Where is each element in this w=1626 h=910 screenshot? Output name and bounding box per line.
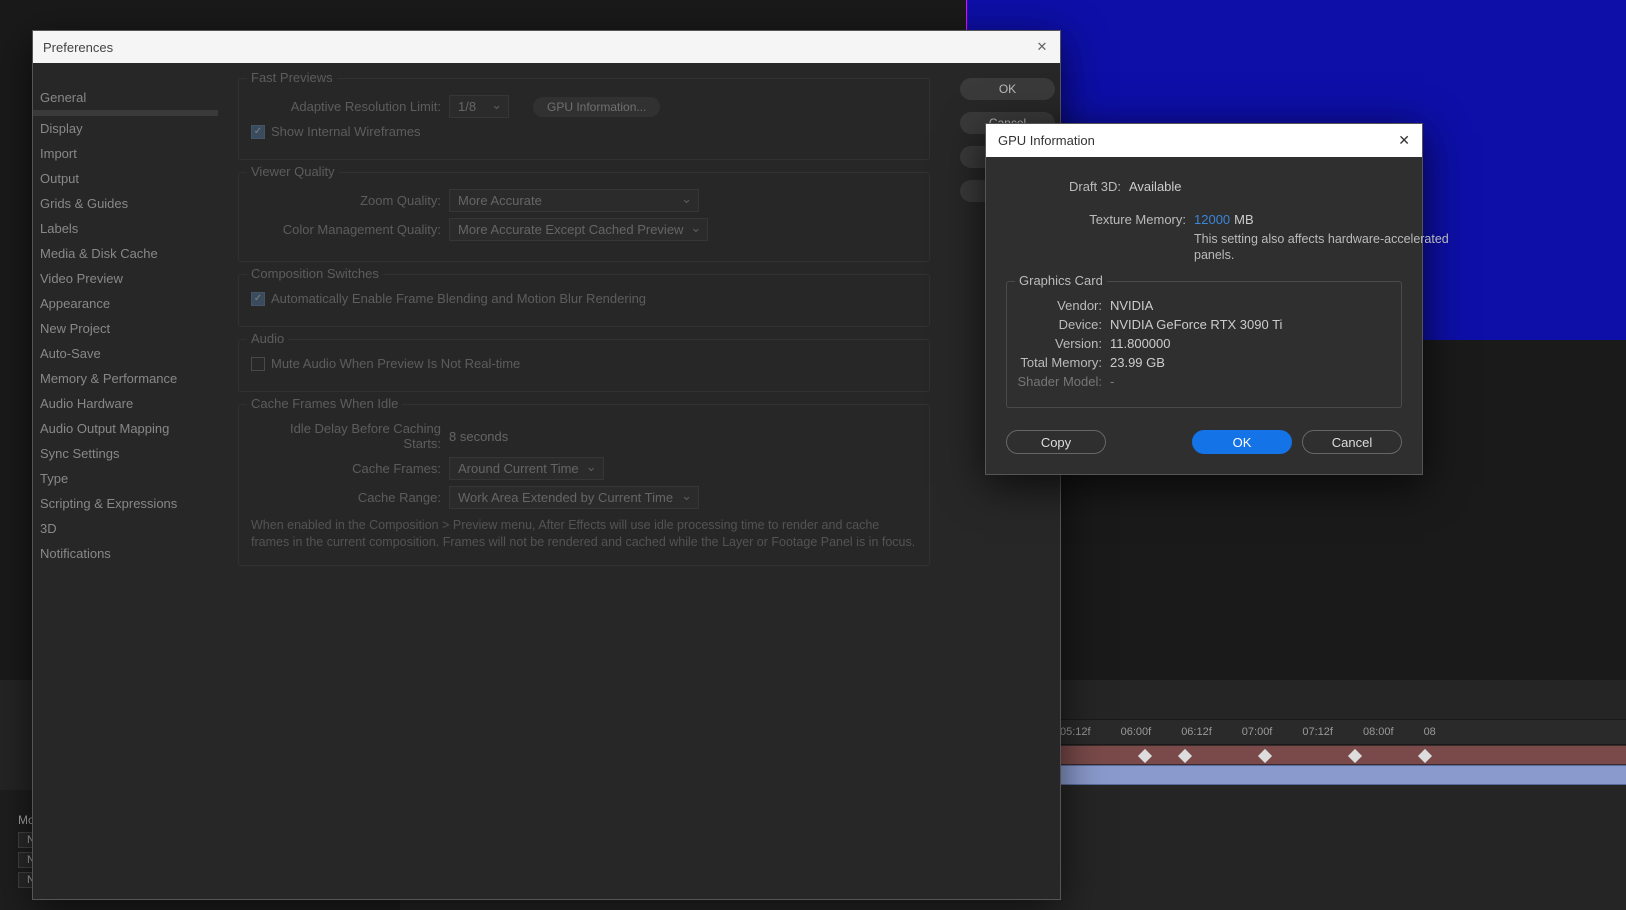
gpu-dialog-titlebar[interactable]: GPU Information ✕ [986, 124, 1422, 157]
draft-3d-value: Available [1129, 179, 1182, 194]
cache-help-text: When enabled in the Composition > Previe… [251, 517, 917, 551]
mute-audio-checkbox[interactable] [251, 357, 265, 371]
sidebar-item-display[interactable]: Display [33, 116, 218, 141]
device-value: NVIDIA GeForce RTX 3090 Ti [1110, 317, 1282, 332]
shader-model-label: Shader Model: [1017, 374, 1102, 389]
ok-button[interactable]: OK [960, 78, 1055, 100]
total-memory-label: Total Memory: [1017, 355, 1102, 370]
version-label: Version: [1017, 336, 1102, 351]
draft-3d-label: Draft 3D: [1006, 179, 1121, 194]
section-title: Cache Frames When Idle [247, 396, 402, 411]
keyframe-icon[interactable] [1348, 749, 1362, 763]
auto-frame-blend-checkbox[interactable] [251, 292, 265, 306]
copy-button[interactable]: Copy [1006, 430, 1106, 454]
sidebar-item-labels[interactable]: Labels [33, 216, 218, 241]
show-wireframes-checkbox[interactable] [251, 125, 265, 139]
cache-range-label: Cache Range: [251, 490, 441, 505]
ok-button[interactable]: OK [1192, 430, 1292, 454]
keyframe-icon[interactable] [1178, 749, 1192, 763]
adaptive-resolution-select[interactable]: 1/8 [449, 95, 509, 118]
timeline-track[interactable] [1060, 765, 1626, 785]
cache-range-select[interactable]: Work Area Extended by Current Time [449, 486, 699, 509]
preferences-content: Fast Previews Adaptive Resolution Limit:… [218, 63, 950, 899]
vendor-label: Vendor: [1017, 298, 1102, 313]
gpu-information-button[interactable]: GPU Information... [533, 97, 660, 117]
timeline-tick: 06:00f [1121, 726, 1152, 738]
texture-memory-value[interactable]: 12000 [1194, 212, 1230, 227]
preferences-category-list: General Display Import Output Grids & Gu… [33, 63, 218, 899]
texture-memory-note: This setting also affects hardware-accel… [1194, 231, 1454, 263]
audio-section: Audio Mute Audio When Preview Is Not Rea… [238, 339, 930, 392]
sidebar-item-scripting[interactable]: Scripting & Expressions [33, 491, 218, 516]
version-value: 11.800000 [1110, 336, 1171, 351]
timeline-tracks[interactable] [1060, 745, 1626, 795]
preferences-titlebar[interactable]: Preferences ✕ [33, 31, 1060, 63]
sidebar-item-grids[interactable]: Grids & Guides [33, 191, 218, 216]
timeline-ruler[interactable]: 05:12f 06:00f 06:12f 07:00f 07:12f 08:00… [1060, 719, 1626, 745]
total-memory-value: 23.99 GB [1110, 355, 1165, 370]
idle-delay-value[interactable]: 8 seconds [449, 429, 508, 444]
auto-frame-blend-label: Automatically Enable Frame Blending and … [271, 291, 646, 306]
shader-model-value: - [1110, 374, 1114, 389]
adaptive-resolution-label: Adaptive Resolution Limit: [251, 99, 441, 114]
color-mgmt-label: Color Management Quality: [251, 222, 441, 237]
timeline-tick: 07:00f [1242, 726, 1273, 738]
sidebar-item-type[interactable]: Type [33, 466, 218, 491]
sidebar-item-sync[interactable]: Sync Settings [33, 441, 218, 466]
keyframe-icon[interactable] [1258, 749, 1272, 763]
graphics-card-group: Graphics Card Vendor:NVIDIA Device:NVIDI… [1006, 281, 1402, 408]
section-title: Graphics Card [1015, 273, 1107, 288]
sidebar-item-auto-save[interactable]: Auto-Save [33, 341, 218, 366]
sidebar-item-video-preview[interactable]: Video Preview [33, 266, 218, 291]
section-title: Audio [247, 331, 288, 346]
viewer-quality-section: Viewer Quality Zoom Quality: More Accura… [238, 172, 930, 262]
zoom-quality-label: Zoom Quality: [251, 193, 441, 208]
sidebar-item-notifications[interactable]: Notifications [33, 541, 218, 566]
sidebar-item-output[interactable]: Output [33, 166, 218, 191]
section-title: Fast Previews [247, 70, 337, 85]
keyframe-icon[interactable] [1418, 749, 1432, 763]
sidebar-item-import[interactable]: Import [33, 141, 218, 166]
cache-frames-select[interactable]: Around Current Time [449, 457, 604, 480]
device-label: Device: [1017, 317, 1102, 332]
preferences-dialog: Preferences ✕ General Display Import Out… [32, 30, 1061, 900]
sidebar-item-new-project[interactable]: New Project [33, 316, 218, 341]
sidebar-item-media-cache[interactable]: Media & Disk Cache [33, 241, 218, 266]
sidebar-item-general[interactable]: General [33, 85, 218, 110]
timeline-tick: 07:12f [1302, 726, 1333, 738]
sidebar-item-memory[interactable]: Memory & Performance [33, 366, 218, 391]
timeline-track[interactable] [1060, 745, 1626, 765]
timeline-tick: 08:00f [1363, 726, 1394, 738]
mute-audio-label: Mute Audio When Preview Is Not Real-time [271, 356, 520, 371]
texture-memory-label: Texture Memory: [1006, 212, 1186, 227]
sidebar-item-audio-output[interactable]: Audio Output Mapping [33, 416, 218, 441]
cache-frames-label: Cache Frames: [251, 461, 441, 476]
sidebar-item-appearance[interactable]: Appearance [33, 291, 218, 316]
close-icon[interactable]: ✕ [1398, 132, 1410, 149]
cancel-button[interactable]: Cancel [1302, 430, 1402, 454]
dialog-title: GPU Information [998, 133, 1095, 148]
gpu-information-dialog: GPU Information ✕ Draft 3D: Available Te… [985, 123, 1423, 475]
dialog-title: Preferences [43, 40, 113, 55]
keyframe-icon[interactable] [1138, 749, 1152, 763]
show-wireframes-label: Show Internal Wireframes [271, 124, 421, 139]
close-icon[interactable]: ✕ [1034, 39, 1050, 55]
timeline-tick: 08 [1424, 726, 1436, 738]
idle-delay-label: Idle Delay Before Caching Starts: [251, 421, 441, 451]
section-title: Viewer Quality [247, 164, 339, 179]
timeline-tick: 05:12f [1060, 726, 1091, 738]
fast-previews-section: Fast Previews Adaptive Resolution Limit:… [238, 78, 930, 160]
zoom-quality-select[interactable]: More Accurate [449, 189, 699, 212]
cache-frames-section: Cache Frames When Idle Idle Delay Before… [238, 404, 930, 566]
texture-memory-unit: MB [1234, 212, 1254, 227]
timeline-tick: 06:12f [1181, 726, 1212, 738]
vendor-value: NVIDIA [1110, 298, 1153, 313]
color-mgmt-select[interactable]: More Accurate Except Cached Preview [449, 218, 708, 241]
sidebar-item-3d[interactable]: 3D [33, 516, 218, 541]
sidebar-item-audio-hardware[interactable]: Audio Hardware [33, 391, 218, 416]
composition-switches-section: Composition Switches Automatically Enabl… [238, 274, 930, 327]
section-title: Composition Switches [247, 266, 383, 281]
